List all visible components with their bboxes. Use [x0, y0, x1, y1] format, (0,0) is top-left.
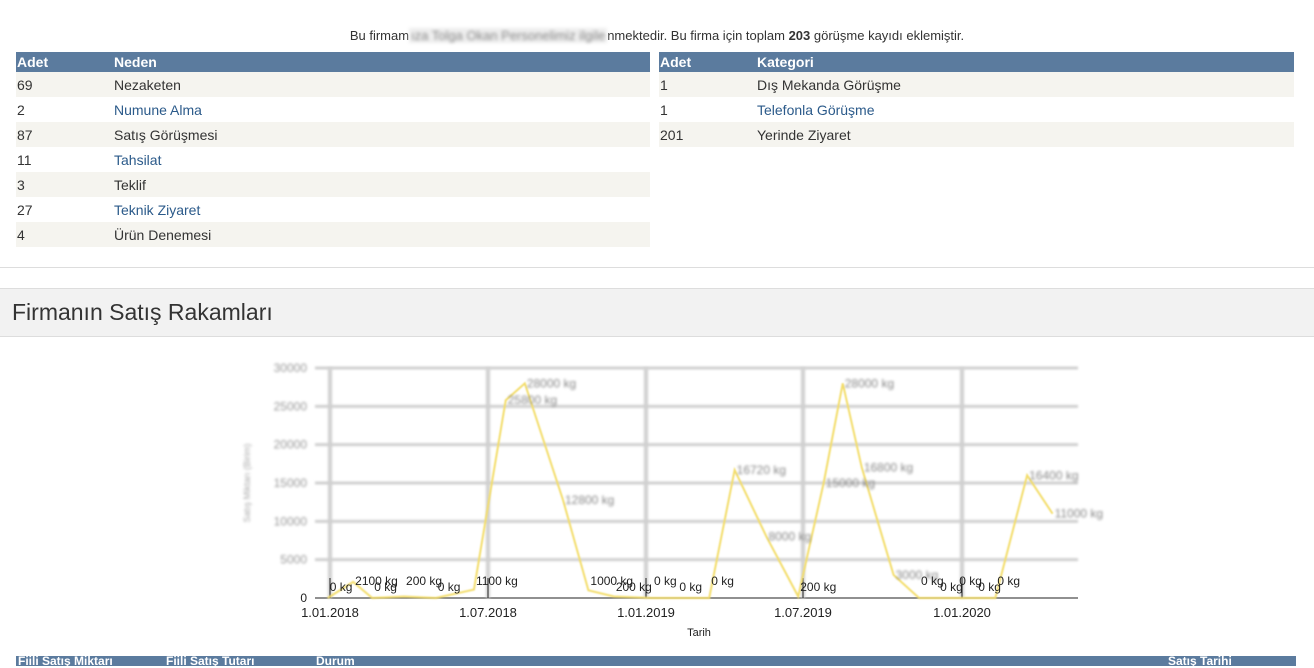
table-row: 87 Satış Görüşmesi [16, 122, 650, 147]
header-adet[interactable]: Adet [16, 52, 113, 72]
row-label: Satış Görüşmesi [113, 122, 650, 147]
row-label: Dış Mekanda Görüşme [756, 72, 1294, 97]
y-tick-label: 25000 [274, 399, 308, 413]
y-tick-label: 5000 [280, 553, 307, 567]
x-tick-label: 1.01.2020 [933, 605, 991, 620]
data-label: 1100 kg [476, 574, 518, 588]
row-label[interactable]: Telefonla Görüşme [756, 97, 1294, 122]
row-label[interactable]: Teknik Ziyaret [113, 197, 650, 222]
header-fiili-miktar[interactable]: Fiili Satış Miktarı [18, 654, 113, 668]
row-count: 201 [659, 122, 756, 147]
table-row: 11 Tahsilat [16, 147, 650, 172]
table-row: 4 Ürün Denemesi [16, 222, 650, 247]
header-fiili-tutar[interactable]: Fiili Satış Tutarı [166, 654, 254, 668]
table-row: 3 Teklif [16, 172, 650, 197]
data-label: 25800 kg [508, 393, 557, 407]
row-count: 27 [17, 201, 33, 218]
y-tick-label: 0 [300, 591, 307, 605]
x-tick-label: 1.01.2018 [301, 605, 359, 620]
table-row: 27 Teknik Ziyaret [16, 197, 650, 222]
data-label: 16800 kg [864, 461, 913, 475]
table-row: 1 Telefonla Görüşme [659, 97, 1294, 122]
y-tick-label: 10000 [274, 514, 308, 528]
y-tick-label: 30000 [274, 361, 308, 375]
data-label: 0 kg [679, 580, 702, 594]
row-label: Ürün Denemesi [113, 222, 650, 247]
redacted-name: ıza Tolga Okan Personelimiz ilgile [409, 28, 608, 43]
row-count: 1 [659, 72, 756, 97]
x-tick-label: 1.07.2019 [774, 605, 832, 620]
divider [0, 267, 1314, 268]
intro-text: Bu firmam ıza Tolga Okan Personelimiz ilg… [349, 28, 965, 43]
data-label: 0 kg [997, 574, 1020, 588]
data-label: 11000 kg [1055, 507, 1104, 521]
category-table: Adet Kategori 1 Dış Mekanda Görüşme 1 Telef… [659, 52, 1294, 147]
x-tick-label: 1.01.2019 [617, 605, 675, 620]
row-label[interactable]: Tahsilat [113, 147, 650, 172]
data-label: 200 kg [406, 574, 442, 588]
table-row: 69 Nezaketen [16, 72, 650, 97]
section-header: Firmanın Satış Rakamları [0, 288, 1314, 337]
meeting-count: 203 [788, 28, 811, 43]
row-label: Nezaketen [113, 72, 650, 97]
reasons-table: Adet Neden 69 Nezaketen 2 Numune Alma 87 Satı… [16, 52, 650, 247]
data-label: 0 kg [330, 580, 353, 594]
table-row: 2 Numune Alma [16, 97, 650, 122]
data-label: 16720 kg [737, 463, 786, 477]
row-label: Teklif [113, 172, 650, 197]
data-label: 15000 kg [826, 476, 875, 490]
data-label: 16400 kg [1029, 468, 1078, 482]
table-row: 201 Yerinde Ziyaret [659, 122, 1294, 147]
row-count: 1 [660, 101, 668, 118]
header-adet[interactable]: Adet [659, 52, 756, 72]
header-kategori[interactable]: Kategori [756, 52, 1294, 72]
sales-chart: 0 5000 10000 15000 20000 25000 30000 Satış Mikt… [242, 361, 1104, 639]
y-axis-label: Satış Miktarı (Birim) [242, 443, 252, 522]
row-count: 4 [16, 222, 113, 247]
header-neden[interactable]: Neden [113, 52, 650, 72]
data-label: 0 kg [438, 580, 461, 594]
data-label: 0 kg [654, 574, 677, 588]
data-label: 0 kg [374, 580, 397, 594]
row-count: 3 [16, 172, 113, 197]
row-label: Yerinde Ziyaret [756, 122, 1294, 147]
header-satis-tarihi[interactable]: Satış Tarihi [1168, 654, 1232, 668]
data-label: 12800 kg [565, 493, 614, 507]
x-axis-label: Tarih [687, 627, 711, 639]
row-label[interactable]: Numune Alma [113, 97, 650, 122]
data-label: 200 kg [800, 580, 836, 594]
table-row: 1 Dış Mekanda Görüşme [659, 72, 1294, 97]
row-count: 11 [17, 151, 32, 168]
data-label: 200 kg [616, 580, 652, 594]
series-line [327, 381, 1054, 600]
y-tick-label: 20000 [274, 438, 308, 452]
data-label: 0 kg [711, 574, 734, 588]
data-label: 8000 kg [768, 530, 811, 544]
data-label: 28000 kg [845, 376, 894, 390]
row-count: 69 [16, 72, 113, 97]
data-label: 28000 kg [527, 376, 576, 390]
row-count: 87 [16, 122, 113, 147]
row-count: 2 [17, 101, 25, 118]
y-tick-label: 15000 [274, 476, 308, 490]
x-tick-label: 1.07.2018 [459, 605, 517, 620]
section-title: Firmanın Satış Rakamları [12, 299, 273, 325]
header-durum[interactable]: Durum [316, 654, 355, 668]
